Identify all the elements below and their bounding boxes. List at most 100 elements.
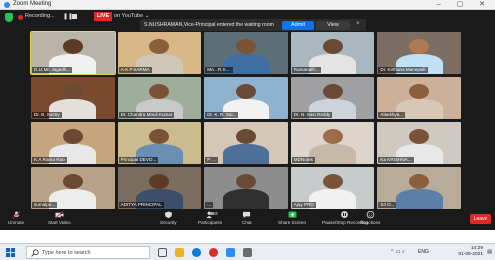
stop-recording-button[interactable] <box>72 14 77 19</box>
participant-video-head <box>62 128 83 144</box>
participant-video-head <box>409 38 430 54</box>
window-titlebar: Zoom Meeting – ▢ ✕ <box>0 0 495 10</box>
notifications-icon[interactable]: ▤ <box>487 249 492 255</box>
participant-name: P. ... <box>205 157 219 163</box>
meeting-toolbar: Leave Unmute Start Video Security 159 Partic… <box>0 209 495 230</box>
participant-count: 159 <box>210 211 218 216</box>
participant-tile[interactable]: MA...R.S.... <box>204 32 288 74</box>
file-explorer-icon[interactable] <box>175 248 184 257</box>
toolbar-button-label: Security <box>160 220 177 225</box>
participant-tile[interactable]: Dr. K. R. Sai... <box>204 77 288 119</box>
participant-name: Dr. K. R. Sai... <box>205 112 239 118</box>
toolbar-button-label: Reactions <box>360 220 381 225</box>
participant-video-body <box>395 188 443 209</box>
participant-tile[interactable]: sumalpu... <box>31 167 115 209</box>
recording-dot-icon <box>18 15 23 20</box>
video-off-icon <box>55 211 64 219</box>
participant-tile[interactable]: D.Lt Mr. Jagadh... <box>30 31 116 75</box>
chat-icon <box>243 211 251 219</box>
participant-name: Dr. N. Sasi Reddy <box>291 112 333 118</box>
participant-video-head <box>149 38 170 54</box>
participant-video-head <box>149 173 170 189</box>
participant-name: Ramanath... <box>291 67 321 73</box>
participant-video-head <box>235 128 257 144</box>
participant-video-head <box>235 83 257 99</box>
participant-video-head <box>62 173 83 189</box>
share-screen-icon <box>288 211 297 218</box>
task-view-icon[interactable] <box>158 248 167 257</box>
system-tray-icons[interactable]: ⌃ ▭ ♪ <box>390 249 404 255</box>
mic-muted-button[interactable]: Unmute <box>8 211 24 225</box>
taskbar-app-icon[interactable] <box>243 248 252 257</box>
toolbar-button-label: Unmute <box>8 220 25 225</box>
taskbar-search-input[interactable]: Type here to search <box>26 246 150 259</box>
windows-start-icon[interactable] <box>6 248 15 257</box>
participant-tile[interactable]: Dr. Kirthana Manepalli <box>377 32 461 74</box>
participant-video-head <box>322 83 343 99</box>
chat-button[interactable]: Chat <box>242 211 252 225</box>
participant-video-head <box>235 173 257 189</box>
participant-video-body <box>222 143 270 164</box>
notification-text: S.NUSHRAMAN,Vice-Principal entered the w… <box>144 22 274 28</box>
participant-tile[interactable]: A-K.P.SARMA <box>117 32 202 74</box>
share-screen-button[interactable]: Share Screen <box>278 211 306 225</box>
taskbar-clock[interactable]: 14:29 01-06-2021 <box>458 246 483 259</box>
admit-button[interactable]: Admit <box>282 20 314 30</box>
participant-name: K.A.Rama Rao <box>32 157 67 163</box>
participant-video-head <box>322 173 343 189</box>
participant-tile[interactable]: ... <box>204 167 288 209</box>
participant-name: MA...R.S.... <box>205 67 233 73</box>
security-shield-icon[interactable] <box>5 13 13 22</box>
participant-tile[interactable]: Ramanath... <box>290 32 375 74</box>
participant-tile[interactable]: P. ... <box>204 122 288 164</box>
gallery-view-grid: D.Lt Mr. Jagadh... A-K.P.SARMA MA...R.S...… <box>30 31 461 209</box>
participant-tile[interactable]: Dr. Chandra Mouli Kumar <box>117 77 202 119</box>
shield-icon <box>164 211 172 219</box>
edge-browser-icon[interactable] <box>192 248 201 257</box>
shield-button[interactable]: Security <box>160 211 177 225</box>
recording-label: Recording... <box>25 13 55 19</box>
video-off-button[interactable]: Start Video <box>48 211 71 225</box>
participant-tile[interactable]: ADITYA PRINCIPAL <box>117 167 202 209</box>
leave-button[interactable]: Leave <box>470 214 491 224</box>
participants-button[interactable]: 159 Participants <box>198 211 222 225</box>
participant-video-body <box>309 188 356 209</box>
participant-tile[interactable]: Dr. N. Sasi Reddy <box>290 77 375 119</box>
participant-video-head <box>409 128 430 144</box>
windows-taskbar: Type here to search ⌃ ▭ ♪ ENG 14:29 01-0… <box>0 243 495 260</box>
search-icon <box>31 249 39 257</box>
participant-video-head <box>322 128 343 144</box>
zoom-app-icon[interactable] <box>226 248 235 257</box>
participant-name: Alaekhya... <box>378 112 406 118</box>
toolbar-button-label: Share Screen <box>278 220 307 225</box>
participant-tile[interactable]: Alaekhya... <box>377 77 461 119</box>
view-button[interactable]: View <box>316 20 350 30</box>
participant-tile[interactable]: MDNotes <box>290 122 375 164</box>
window-title: Zoom Meeting <box>13 1 52 7</box>
mic-muted-icon <box>12 211 20 219</box>
participant-video-head <box>409 83 430 99</box>
participant-video-head <box>149 83 170 99</box>
reactions-button[interactable]: Reactions <box>360 211 380 225</box>
input-language[interactable]: ENG <box>418 249 429 255</box>
reactions-icon <box>366 211 374 219</box>
window-controls[interactable]: – ▢ ✕ <box>437 0 492 8</box>
participant-video-head <box>149 128 170 144</box>
participant-video-head <box>62 83 83 99</box>
participant-name: ... <box>205 202 214 208</box>
chrome-browser-icon[interactable] <box>209 248 218 257</box>
participant-tile[interactable]: Sri D... <box>377 167 461 209</box>
participant-video-body <box>309 143 356 164</box>
participant-video-head <box>235 38 257 54</box>
live-badge[interactable]: LIVE <box>94 12 113 21</box>
participant-name: Principal DEVO... <box>118 157 159 163</box>
zoom-logo-icon <box>4 2 10 8</box>
participant-tile[interactable]: Principal DEVO... <box>117 122 202 164</box>
participant-tile[interactable]: Dr. B. Sastry <box>31 77 115 119</box>
participant-tile[interactable]: Ka KRISHNA... <box>377 122 461 164</box>
participant-video-head <box>322 38 343 54</box>
participant-tile[interactable]: K.A.Rama Rao <box>31 122 115 164</box>
participant-video-head <box>409 173 430 189</box>
close-icon[interactable]: × <box>356 21 360 27</box>
participant-tile[interactable]: Ajay PRO <box>290 167 375 209</box>
